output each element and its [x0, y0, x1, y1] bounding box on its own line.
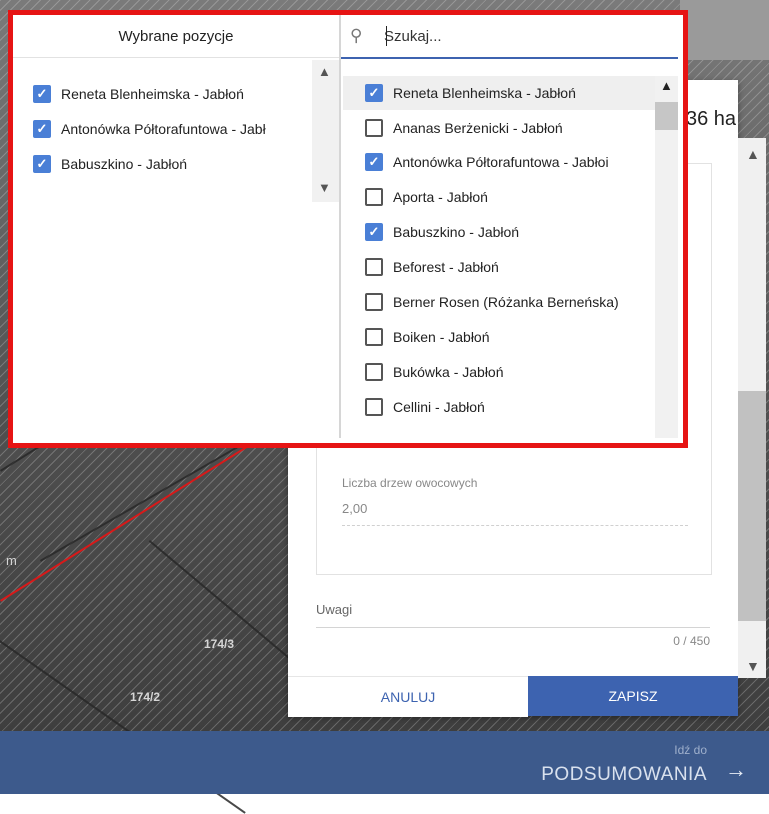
- chevron-up-icon[interactable]: ▲: [318, 64, 331, 79]
- selected-item-label: Babuszkino - Jabłoń: [61, 156, 188, 172]
- option-item[interactable]: Berner Rosen (Różanka Berneńska): [343, 285, 658, 319]
- search-input[interactable]: [384, 24, 669, 48]
- next-step-caption: Idź do: [674, 743, 707, 757]
- chevron-down-icon[interactable]: ▼: [318, 180, 331, 195]
- chevron-up-icon[interactable]: ▲: [660, 78, 673, 93]
- area-value: 36 ha: [686, 108, 737, 130]
- option-label: Reneta Blenheimska - Jabłoń: [393, 85, 576, 101]
- checkbox-unchecked-icon[interactable]: [365, 328, 383, 346]
- option-item[interactable]: Boiken - Jabłoń: [343, 320, 658, 354]
- checkbox-unchecked-icon[interactable]: [365, 119, 383, 137]
- cancel-button[interactable]: ANULUJ: [288, 676, 528, 717]
- checkbox-unchecked-icon[interactable]: [365, 258, 383, 276]
- search-icon: ⚲: [350, 26, 363, 45]
- footer-bar: Idź do PODSUMOWANIA →: [0, 731, 769, 794]
- checkbox-checked-icon[interactable]: ✓: [365, 223, 383, 241]
- option-label: Boiken - Jabłoń: [393, 329, 490, 345]
- selected-item[interactable]: ✓ Reneta Blenheimska - Jabłoń: [33, 82, 285, 106]
- checkbox-unchecked-icon[interactable]: [365, 398, 383, 416]
- option-item[interactable]: ✓ Reneta Blenheimska - Jabłoń: [343, 76, 658, 110]
- notes-char-counter: 0 / 450: [673, 634, 710, 648]
- option-item[interactable]: Cellini - Jabłoń: [343, 390, 658, 424]
- tree-count-label: Liczba drzew owocowych: [342, 476, 478, 490]
- checkbox-checked-icon[interactable]: ✓: [365, 84, 383, 102]
- option-label: Cellini - Jabłoń: [393, 399, 485, 415]
- dialog-scrollbar[interactable]: ▲ ▼: [738, 138, 766, 678]
- option-label: Beforest - Jabłoń: [393, 259, 499, 275]
- tree-count-value: 2,00: [342, 501, 368, 516]
- next-step-button[interactable]: PODSUMOWANIA: [541, 764, 707, 786]
- option-label: Antonówka Półtorafuntowa - Jabłoi: [393, 154, 609, 170]
- scrollbar-thumb[interactable]: [738, 391, 766, 621]
- option-item[interactable]: Bukówka - Jabłoń: [343, 355, 658, 389]
- scrollbar-thumb[interactable]: [655, 102, 678, 130]
- option-item[interactable]: Aporta - Jabłoń: [343, 180, 658, 214]
- checkbox-unchecked-icon[interactable]: [365, 293, 383, 311]
- panel-divider: [339, 15, 341, 438]
- option-item[interactable]: Ananas Berżenicki - Jabłoń: [343, 111, 658, 145]
- chevron-down-icon[interactable]: ▼: [746, 658, 760, 674]
- selected-items-header: Wybrane pozycje: [13, 15, 339, 58]
- option-label: Aporta - Jabłoń: [393, 189, 488, 205]
- selected-item[interactable]: ✓ Babuszkino - Jabłoń: [33, 152, 285, 176]
- checkbox-checked-icon[interactable]: ✓: [33, 85, 51, 103]
- field-divider: [342, 525, 688, 526]
- arrow-right-icon[interactable]: →: [725, 757, 747, 783]
- checkbox-checked-icon[interactable]: ✓: [33, 155, 51, 173]
- text-cursor: [386, 26, 387, 46]
- map-scale-label: m: [6, 553, 17, 568]
- selected-items-panel: [13, 15, 339, 443]
- selected-item-label: Reneta Blenheimska - Jabłoń: [61, 86, 244, 102]
- option-label: Bukówka - Jabłoń: [393, 364, 504, 380]
- selected-item-label: Antonówka Półtorafuntowa - Jabł: [61, 121, 266, 137]
- option-label: Berner Rosen (Różanka Berneńska): [393, 294, 619, 310]
- option-label: Babuszkino - Jabłoń: [393, 224, 520, 240]
- save-button[interactable]: ZAPISZ: [528, 676, 738, 716]
- chevron-up-icon[interactable]: ▲: [746, 146, 760, 162]
- option-label: Ananas Berżenicki - Jabłoń: [393, 120, 563, 136]
- option-item[interactable]: Beforest - Jabłoń: [343, 250, 658, 284]
- option-item[interactable]: ✓ Babuszkino - Jabłoń: [343, 215, 658, 249]
- notes-field[interactable]: [316, 627, 710, 628]
- option-item[interactable]: ✓ Antonówka Półtorafuntowa - Jabłoi: [343, 145, 658, 179]
- checkbox-checked-icon[interactable]: ✓: [365, 153, 383, 171]
- parcel-label: 174/2: [130, 690, 161, 704]
- notes-label: Uwagi: [316, 602, 353, 617]
- options-scrollbar[interactable]: ▲: [655, 76, 678, 438]
- checkbox-unchecked-icon[interactable]: [365, 188, 383, 206]
- map-area-top: [680, 0, 769, 60]
- checkbox-unchecked-icon[interactable]: [365, 363, 383, 381]
- selected-items-scrollbar[interactable]: ▲ ▼: [312, 60, 339, 202]
- checkbox-checked-icon[interactable]: ✓: [33, 120, 51, 138]
- parcel-label: 174/3: [204, 637, 235, 651]
- selected-item[interactable]: ✓ Antonówka Półtorafuntowa - Jabł: [33, 117, 285, 141]
